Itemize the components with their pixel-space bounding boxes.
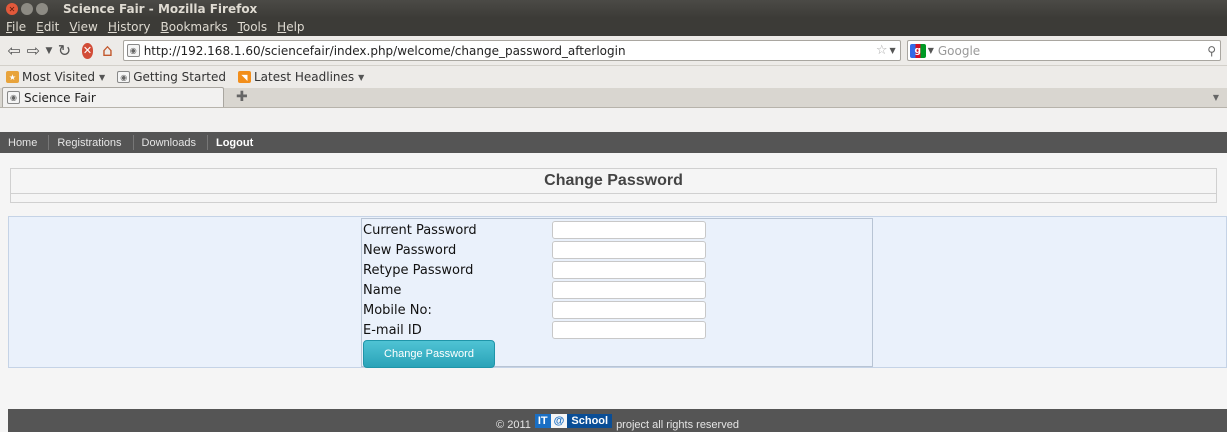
nav-logout[interactable]: Logout [208,135,264,150]
form-row-current-password: Current Password [362,220,872,240]
menu-edit[interactable]: Edit [36,20,59,34]
rss-icon: ◥ [237,71,251,83]
change-password-form: Current Password New Password Retype Pas… [361,218,873,368]
mobile-field[interactable] [552,301,706,319]
search-engine-dropdown-icon[interactable]: ▼ [928,46,934,55]
form-row-retype-password: Retype Password [362,260,872,280]
url-text[interactable]: http://192.168.1.60/sciencefair/index.ph… [144,44,876,58]
bookmark-getting-started[interactable]: ◉ Getting Started [117,70,226,84]
search-icon[interactable]: ⚲ [1207,44,1216,58]
back-icon[interactable]: ⇦ [6,40,22,62]
window-maximize-icon[interactable] [36,3,48,15]
menu-help[interactable]: Help [277,20,304,34]
site-navigation: Home Registrations Downloads Logout [0,132,1227,153]
bookmark-label: Most Visited [22,70,96,84]
search-input[interactable]: Google [938,44,1207,58]
retype-password-field[interactable] [552,261,706,279]
bookmark-label: Latest Headlines [253,70,355,84]
tab-list-dropdown-icon[interactable]: ▼ [1213,93,1219,102]
bookmark-latest-headlines[interactable]: ◥ Latest Headlines ▼ [237,70,365,84]
stop-icon[interactable]: ✕ [81,42,94,59]
bookmark-star-icon[interactable]: ☆ [876,43,888,58]
new-password-field[interactable] [552,241,706,259]
home-icon[interactable]: ⌂ [99,40,115,62]
navigation-toolbar: ⇦ ⇨ ▼ ↻ ✕ ⌂ ◉ http://192.168.1.60/scienc… [0,36,1227,66]
form-row-email: E-mail ID [362,320,872,340]
chevron-down-icon: ▼ [358,72,365,82]
tab-label: Science Fair [24,90,96,105]
bookmark-most-visited[interactable]: ★ Most Visited ▼ [6,70,105,84]
history-dropdown-icon[interactable]: ▼ [45,40,54,62]
forward-icon[interactable]: ⇨ [25,40,41,62]
tab-strip: ◉ Science Fair ✚ ▼ [0,87,1227,108]
mobile-label: Mobile No: [363,303,432,318]
current-password-field[interactable] [552,221,706,239]
footer-copyright: © 2011 [496,419,531,431]
menu-bar: File Edit View History Bookmarks Tools H… [0,18,1227,36]
email-label: E-mail ID [363,323,422,338]
name-field[interactable] [552,281,706,299]
url-bar[interactable]: ◉ http://192.168.1.60/sciencefair/index.… [122,40,901,61]
nav-home[interactable]: Home [0,135,50,150]
name-label: Name [363,283,402,298]
chevron-down-icon: ▼ [99,72,106,82]
menu-bookmarks[interactable]: Bookmarks [161,20,228,34]
menu-file[interactable]: File [6,20,26,34]
search-bar[interactable]: g ▼ Google ⚲ [906,40,1221,61]
site-footer: © 2011 IT @ School project all rights re… [8,409,1227,432]
search-engine-icon[interactable]: g [909,43,926,58]
site-favicon-icon: ◉ [126,44,140,57]
current-password-label: Current Password [363,223,477,238]
form-row-mobile: Mobile No: [362,300,872,320]
page-title: Change Password [544,172,683,189]
nav-downloads[interactable]: Downloads [134,135,208,150]
title-bar: ✕ Science Fair - Mozilla Firefox [0,0,1227,18]
form-row-new-password: New Password [362,240,872,260]
bookmark-label: Getting Started [133,70,226,84]
logo-at: @ [550,414,568,428]
menu-tools[interactable]: Tools [238,20,268,34]
url-dropdown-icon[interactable]: ▼ [890,46,896,55]
browser-window: ✕ Science Fair - Mozilla Firefox File Ed… [0,0,1227,432]
logo-it: IT [534,414,551,428]
form-row-name: Name [362,280,872,300]
menu-history[interactable]: History [108,20,151,34]
page-favicon-icon: ◉ [117,71,131,83]
footer-rights: project all rights reserved [616,419,739,431]
bookmarks-toolbar: ★ Most Visited ▼ ◉ Getting Started ◥ Lat… [0,66,1227,88]
logo-school: School [567,414,613,428]
change-password-button[interactable]: Change Password [363,340,495,368]
header-divider [11,193,1216,194]
form-band: Current Password New Password Retype Pas… [8,216,1227,368]
tab-science-fair[interactable]: ◉ Science Fair [2,87,224,107]
email-field[interactable] [552,321,706,339]
menu-view[interactable]: View [69,20,97,34]
most-visited-icon: ★ [6,71,19,83]
window-minimize-icon[interactable] [21,3,33,15]
it-school-logo: IT @ School [534,411,613,431]
nav-registrations[interactable]: Registrations [49,135,134,150]
window-close-icon[interactable]: ✕ [6,3,18,15]
reload-icon[interactable]: ↻ [56,40,72,62]
page-header-box: Change Password [10,168,1217,203]
retype-password-label: Retype Password [363,263,474,278]
new-password-label: New Password [363,243,457,258]
web-page: Home Registrations Downloads Logout Chan… [0,132,1227,432]
window-title: Science Fair - Mozilla Firefox [63,2,258,16]
new-tab-icon[interactable]: ✚ [236,89,248,105]
site-favicon-icon: ◉ [7,91,20,104]
